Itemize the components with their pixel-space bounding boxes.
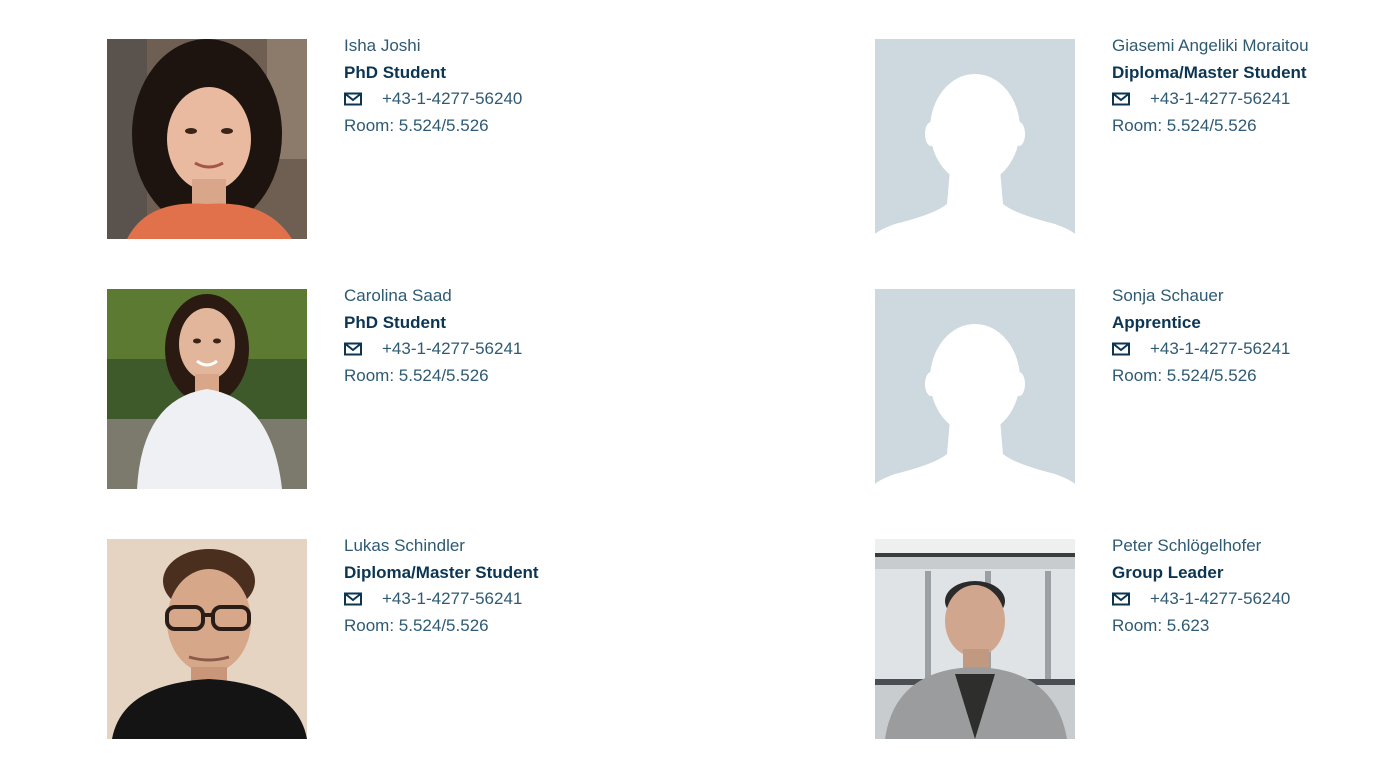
mail-icon[interactable] — [1112, 342, 1130, 356]
person-role: Diploma/Master Student — [344, 563, 539, 582]
person-phone: +43-1-4277-56240 — [1150, 589, 1291, 608]
person-room: Room: 5.524/5.526 — [344, 116, 489, 135]
person-photo[interactable] — [875, 39, 1075, 239]
person-role: Diploma/Master Student — [1112, 63, 1307, 82]
person-card: Giasemi Angeliki Moraitou Diploma/Master… — [875, 37, 1375, 239]
mail-icon[interactable] — [1112, 592, 1130, 606]
mail-icon[interactable] — [1112, 92, 1130, 106]
person-info: Sonja Schauer Apprentice +43-1-4277-5624… — [1112, 287, 1392, 385]
contact-row: +43-1-4277-56240 — [344, 90, 644, 107]
person-role: PhD Student — [344, 313, 446, 332]
person-card: Lukas Schindler Diploma/Master Student +… — [107, 537, 607, 739]
person-room: Room: 5.524/5.526 — [1112, 116, 1257, 135]
mail-icon[interactable] — [344, 592, 362, 606]
person-name[interactable]: Carolina Saad — [344, 287, 644, 304]
mail-icon[interactable] — [344, 342, 362, 356]
silhouette-icon — [875, 289, 1075, 489]
contact-row: +43-1-4277-56241 — [344, 340, 644, 357]
mail-icon[interactable] — [344, 92, 362, 106]
person-card: Sonja Schauer Apprentice +43-1-4277-5624… — [875, 287, 1375, 489]
person-name[interactable]: Lukas Schindler — [344, 537, 644, 554]
person-card: Isha Joshi PhD Student +43-1-4277-56240 … — [107, 37, 607, 239]
person-room: Room: 5.524/5.526 — [344, 366, 489, 385]
person-phone: +43-1-4277-56241 — [382, 589, 523, 608]
portrait-image — [107, 539, 307, 739]
person-info: Carolina Saad PhD Student +43-1-4277-562… — [344, 287, 644, 385]
person-role: Group Leader — [1112, 563, 1224, 582]
person-photo[interactable] — [107, 539, 307, 739]
person-photo[interactable] — [875, 289, 1075, 489]
silhouette-icon — [875, 39, 1075, 239]
person-photo[interactable] — [875, 539, 1075, 739]
person-role: PhD Student — [344, 63, 446, 82]
person-info: Lukas Schindler Diploma/Master Student +… — [344, 537, 644, 635]
person-name[interactable]: Isha Joshi — [344, 37, 644, 54]
person-name[interactable]: Peter Schlögelhofer — [1112, 537, 1392, 554]
contact-row: +43-1-4277-56240 — [1112, 590, 1392, 607]
portrait-image — [107, 289, 307, 489]
contact-row: +43-1-4277-56241 — [344, 590, 644, 607]
person-room: Room: 5.524/5.526 — [1112, 366, 1257, 385]
person-photo[interactable] — [107, 39, 307, 239]
person-phone: +43-1-4277-56241 — [1150, 339, 1291, 358]
portrait-image — [107, 39, 307, 239]
person-name[interactable]: Sonja Schauer — [1112, 287, 1392, 304]
person-room: Room: 5.623 — [1112, 616, 1210, 635]
contact-row: +43-1-4277-56241 — [1112, 340, 1392, 357]
person-card: Peter Schlögelhofer Group Leader +43-1-4… — [875, 537, 1375, 739]
portrait-image — [875, 539, 1075, 739]
person-info: Isha Joshi PhD Student +43-1-4277-56240 … — [344, 37, 644, 135]
person-info: Peter Schlögelhofer Group Leader +43-1-4… — [1112, 537, 1392, 635]
person-phone: +43-1-4277-56241 — [382, 339, 523, 358]
person-photo[interactable] — [107, 289, 307, 489]
person-role: Apprentice — [1112, 313, 1201, 332]
contact-row: +43-1-4277-56241 — [1112, 90, 1392, 107]
person-card: Carolina Saad PhD Student +43-1-4277-562… — [107, 287, 607, 489]
person-info: Giasemi Angeliki Moraitou Diploma/Master… — [1112, 37, 1392, 135]
person-phone: +43-1-4277-56241 — [1150, 89, 1291, 108]
person-phone: +43-1-4277-56240 — [382, 89, 523, 108]
person-room: Room: 5.524/5.526 — [344, 616, 489, 635]
person-name[interactable]: Giasemi Angeliki Moraitou — [1112, 37, 1392, 54]
